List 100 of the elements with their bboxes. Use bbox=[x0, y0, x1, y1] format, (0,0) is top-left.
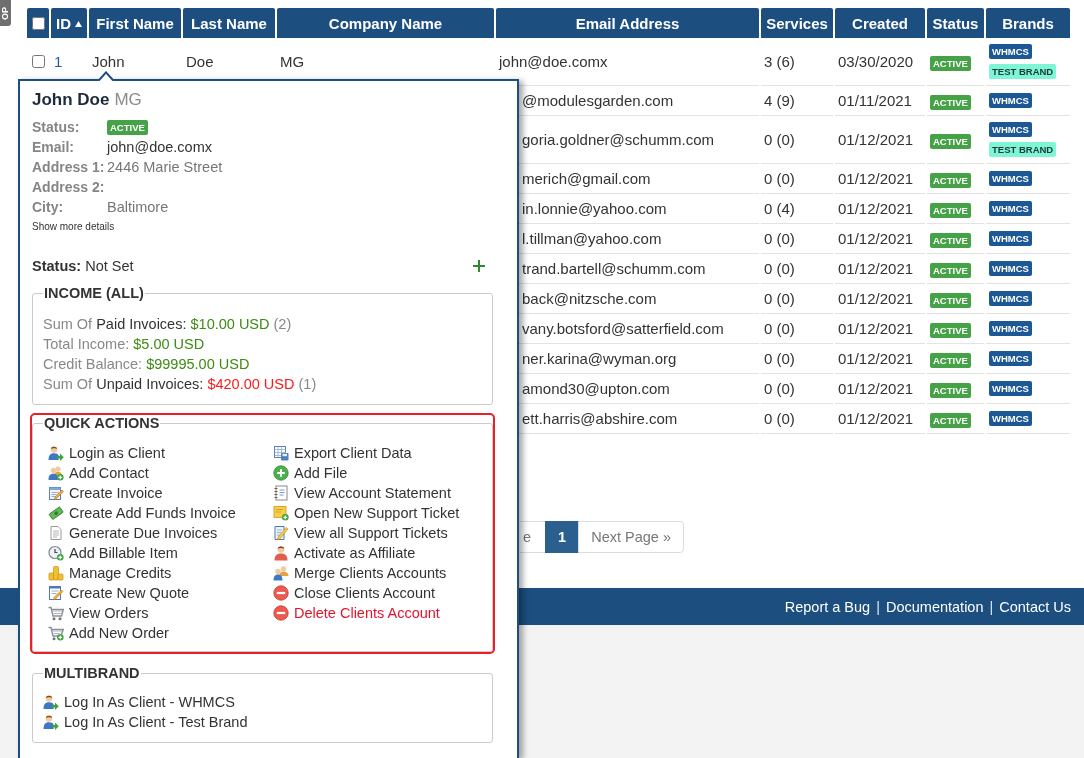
quick-action-link[interactable]: Login as Client bbox=[48, 443, 165, 463]
brand-tag: TEST BRAND bbox=[989, 142, 1057, 157]
created-date: 01/12/2021 bbox=[838, 260, 914, 277]
quick-action-link[interactable]: Generate Due Invoices bbox=[48, 523, 218, 543]
quick-action-link[interactable]: View Orders bbox=[48, 603, 149, 623]
show-more-link[interactable]: Show more details bbox=[32, 220, 115, 234]
quick-action-link[interactable]: Close Clients Account bbox=[273, 583, 436, 603]
quick-action-link[interactable]: Create New Quote bbox=[48, 583, 190, 603]
quick-action-link[interactable]: Add File bbox=[273, 463, 348, 483]
created-date: 01/12/2021 bbox=[838, 230, 914, 247]
column-header[interactable]: Brands bbox=[986, 8, 1070, 38]
page-button[interactable]: e bbox=[520, 521, 547, 553]
client-status-text: Status: Not Set bbox=[32, 258, 134, 274]
brand-tag: WHMCS bbox=[989, 261, 1032, 276]
brand-tag: WHMCS bbox=[989, 231, 1032, 246]
services-count: 0 (0) bbox=[764, 131, 795, 148]
quick-action-link[interactable]: Manage Credits bbox=[48, 563, 172, 583]
footer-link[interactable]: Report a Bug bbox=[784, 598, 871, 615]
quick-action-link[interactable]: Merge Clients Accounts bbox=[273, 563, 447, 583]
services-count: 0 (0) bbox=[764, 380, 795, 397]
brand-login-link[interactable]: Log In As Client - WHMCS bbox=[43, 692, 235, 712]
page-button[interactable]: 1 bbox=[545, 521, 580, 553]
created-date: 01/12/2021 bbox=[838, 200, 914, 217]
quick-action-link[interactable]: Delete Clients Account bbox=[273, 603, 440, 623]
services-count: 0 (4) bbox=[764, 200, 795, 217]
quick-action-link[interactable]: Add Billable Item bbox=[48, 543, 178, 563]
note-plus-icon bbox=[273, 505, 289, 521]
brand-tag: WHMCS bbox=[989, 411, 1032, 426]
side-tab[interactable]: OP bbox=[0, 0, 11, 26]
quick-action-link[interactable]: Add Contact bbox=[48, 463, 149, 483]
minus-circle-icon bbox=[273, 585, 289, 601]
cart-icon bbox=[48, 605, 64, 621]
email-address: vany.botsford@satterfield.com bbox=[522, 320, 724, 337]
income-line: Total Income: $5.00 USD bbox=[43, 335, 206, 354]
quick-action-link[interactable]: Activate as Affiliate bbox=[273, 543, 416, 563]
quick-action-link[interactable]: View Account Statement bbox=[273, 483, 451, 503]
email-address: ner.karina@wyman.org bbox=[522, 350, 677, 367]
field-value: Baltimore bbox=[107, 199, 169, 215]
column-header[interactable]: ID bbox=[51, 8, 87, 38]
status-badge: ACTIVE bbox=[930, 352, 971, 368]
client-id[interactable]: 1 bbox=[54, 53, 63, 70]
user-arrow-icon bbox=[43, 714, 59, 730]
created-date: 01/12/2021 bbox=[838, 290, 914, 307]
created-date: 01/12/2021 bbox=[838, 380, 914, 397]
status-badge: ACTIVE bbox=[930, 232, 971, 248]
page-button[interactable]: Next Page » bbox=[578, 521, 684, 553]
plus-circle-icon bbox=[273, 465, 289, 481]
field-label: Address 1: bbox=[32, 159, 106, 175]
quick-action-link[interactable]: Create Add Funds Invoice bbox=[48, 503, 236, 523]
form-pencil-icon bbox=[48, 585, 64, 601]
footer-link[interactable]: Documentation bbox=[885, 598, 984, 615]
spreadsheet-icon bbox=[273, 445, 289, 461]
brand-tag: WHMCS bbox=[989, 93, 1032, 108]
brand-tag: WHMCS bbox=[989, 122, 1032, 137]
status-badge: ACTIVE bbox=[930, 202, 971, 218]
column-header[interactable]: Email Address bbox=[496, 8, 759, 38]
brand-tag: WHMCS bbox=[989, 291, 1032, 306]
services-count: 0 (0) bbox=[764, 350, 795, 367]
email-address: merich@gmail.com bbox=[522, 170, 651, 187]
column-header[interactable]: First Name bbox=[89, 8, 181, 38]
column-header[interactable]: Last Name bbox=[183, 8, 275, 38]
column-header[interactable]: Created bbox=[835, 8, 925, 38]
link-separator: | bbox=[876, 598, 880, 615]
status-badge: ACTIVE bbox=[930, 172, 971, 188]
quick-action-link[interactable]: Add New Order bbox=[48, 623, 169, 643]
quick-action-link[interactable]: Export Client Data bbox=[273, 443, 412, 463]
brand-tag: WHMCS bbox=[989, 44, 1032, 59]
panel-title: QUICK ACTIONS bbox=[43, 415, 161, 431]
brand-login-link[interactable]: Log In As Client - Test Brand bbox=[43, 712, 248, 732]
field-value: 2446 Marie Street bbox=[107, 159, 223, 175]
email-address: john@doe.comx bbox=[499, 53, 608, 70]
cart-plus-icon bbox=[48, 625, 64, 641]
quick-action-link[interactable]: View all Support Tickets bbox=[273, 523, 448, 543]
column-header[interactable]: Status bbox=[927, 8, 984, 38]
status-badge: ACTIVE bbox=[930, 382, 971, 398]
column-header[interactable]: Company Name bbox=[277, 8, 494, 38]
services-count: 4 (9) bbox=[764, 92, 795, 109]
invoice-pencil-icon bbox=[48, 485, 64, 501]
column-header[interactable]: Services bbox=[761, 8, 833, 38]
created-date: 01/11/2021 bbox=[838, 92, 912, 109]
minus-circle-icon bbox=[273, 605, 289, 621]
email-link[interactable]: john@doe.comx bbox=[107, 139, 212, 155]
email-address: @modulesgarden.com bbox=[522, 92, 674, 109]
income-line: Sum Of Unpaid Invoices: $420.00 USD (1) bbox=[43, 375, 318, 394]
add-status-button[interactable] bbox=[473, 260, 485, 272]
created-date: 01/12/2021 bbox=[838, 170, 914, 187]
two-persons-icon bbox=[273, 565, 289, 581]
row-checkbox[interactable] bbox=[31, 55, 45, 68]
created-date: 01/12/2021 bbox=[838, 320, 914, 337]
footer-link[interactable]: Contact Us bbox=[999, 598, 1071, 615]
services-count: 0 (0) bbox=[764, 260, 795, 277]
quick-action-link[interactable]: Open New Support Ticket bbox=[273, 503, 460, 523]
note-pencil-icon bbox=[273, 525, 289, 541]
status-badge: ACTIVE bbox=[107, 119, 148, 135]
clock-plus-icon bbox=[48, 545, 64, 561]
quick-action-link[interactable]: Create Invoice bbox=[48, 483, 163, 503]
select-all-checkbox[interactable] bbox=[31, 16, 45, 30]
document-icon bbox=[48, 525, 64, 541]
brand-tag: WHMCS bbox=[989, 201, 1032, 216]
brand-tag: WHMCS bbox=[989, 381, 1032, 396]
